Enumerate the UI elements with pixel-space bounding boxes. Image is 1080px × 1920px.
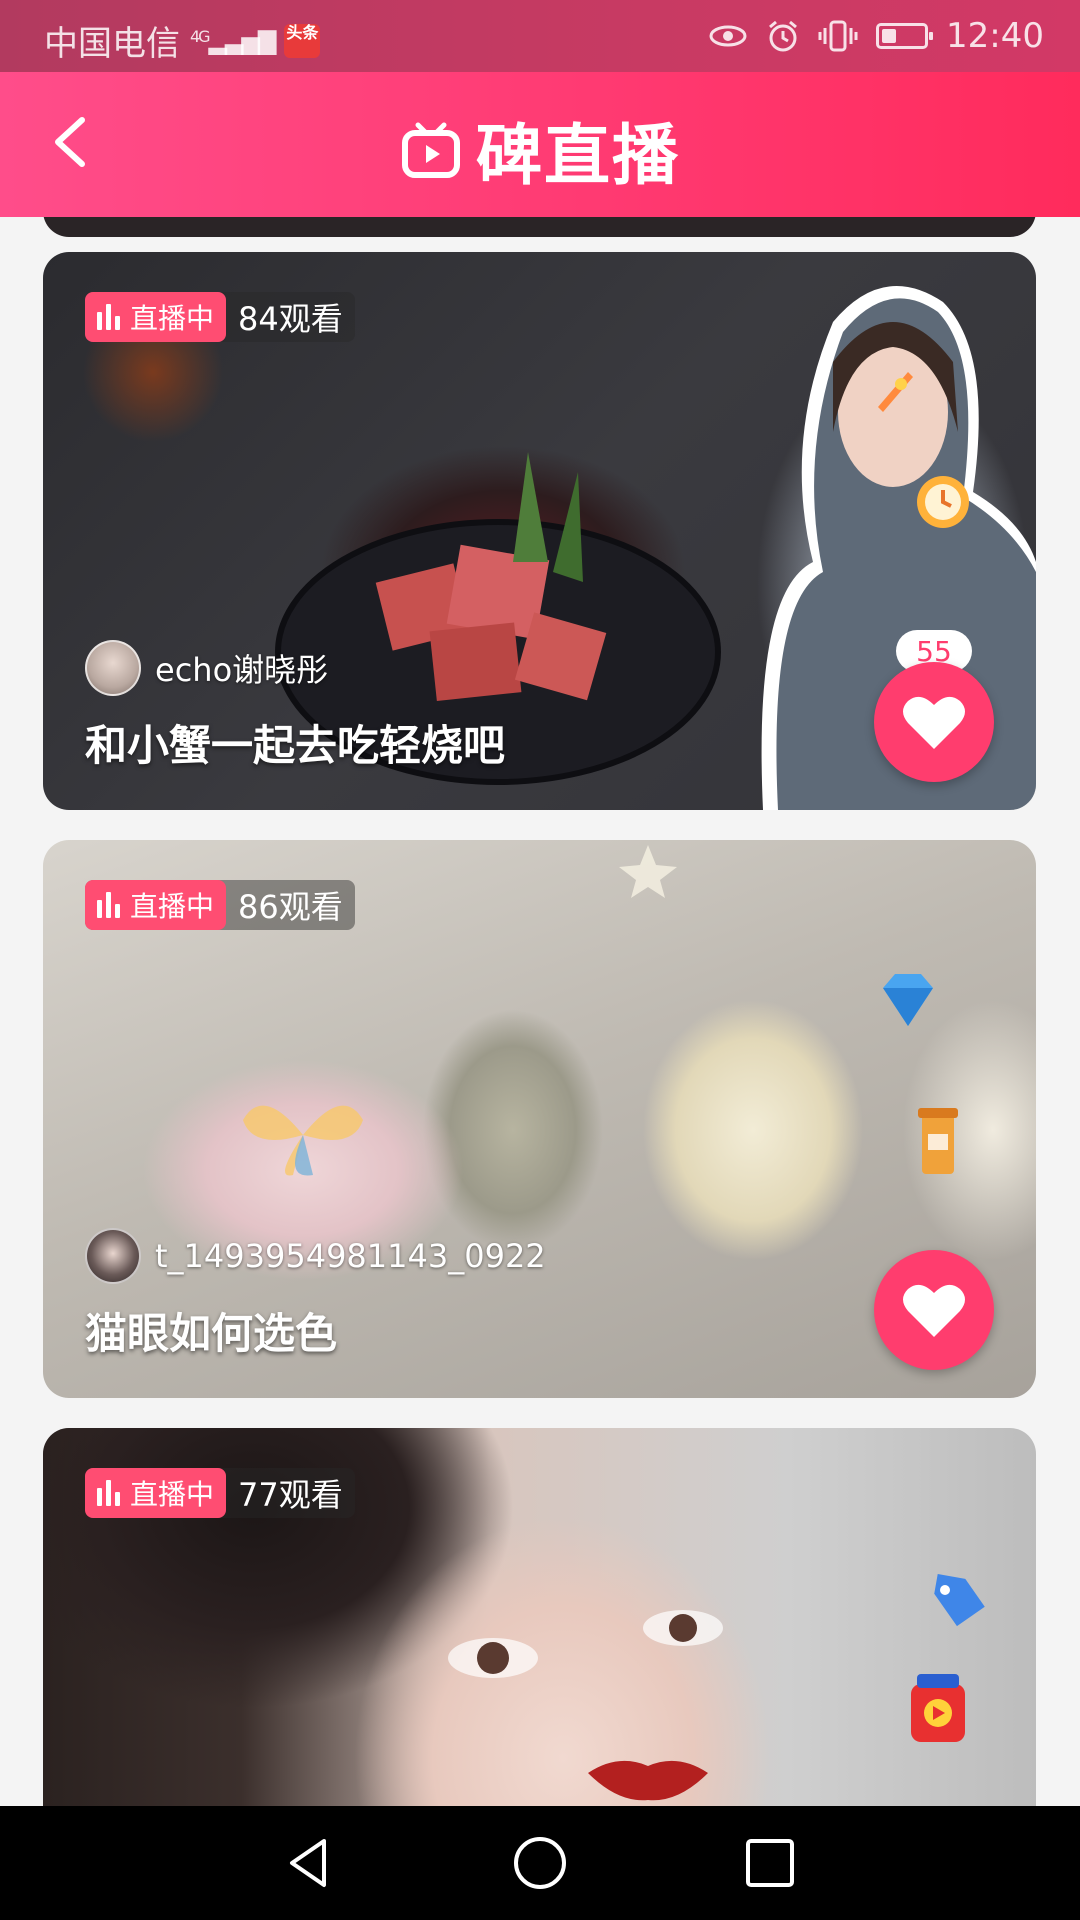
stream-title: 和小蟹一起去吃轻烧吧 [85, 721, 506, 770]
header-title-group: 碑直播 [0, 102, 1080, 198]
like-button[interactable] [874, 662, 994, 782]
status-right: 12:40 [708, 16, 1044, 56]
live-feed[interactable]: 直播中 84观看 echo谢晓彤 和小蟹一起去吃轻烧吧 55 直播中 86观看 … [0, 217, 1080, 1806]
avatar[interactable] [85, 640, 141, 696]
heart-icon [903, 696, 965, 749]
eye-detail-illustration [448, 1610, 723, 1678]
system-navigation-bar [0, 1806, 1080, 1920]
home-circle-icon[interactable] [510, 1833, 570, 1893]
live-tv-icon [402, 122, 460, 178]
live-bars-icon [97, 1480, 120, 1506]
live-label: 直播中 [130, 302, 215, 335]
recents-square-icon[interactable] [740, 1833, 800, 1893]
live-pill: 直播中 [85, 1468, 227, 1518]
viewer-count: 77观看 [238, 1476, 343, 1514]
streamer-name[interactable]: echo谢晓彤 [155, 645, 328, 691]
streamer-info[interactable]: echo谢晓彤 [85, 640, 328, 696]
star-sticker-icon [619, 845, 677, 898]
streamer-info[interactable]: t_1493954981143_0922 [85, 1228, 546, 1284]
alarm-icon [769, 20, 797, 52]
live-card[interactable]: 直播中 86观看 t_1493954981143_0922 猫眼如何选色 [43, 840, 1036, 1398]
tag-sticker-icon [934, 1574, 985, 1627]
stream-title: 猫眼如何选色 [85, 1309, 338, 1358]
viewer-count: 84观看 [238, 300, 343, 338]
live-status-tag: 直播中 84观看 [85, 292, 355, 342]
toutiao-notification-icon: 头条 [284, 23, 321, 58]
carrier-label: 中国电信 [44, 24, 180, 64]
app-header: 碑直播 [0, 72, 1080, 217]
live-label: 直播中 [130, 890, 215, 923]
back-triangle-icon[interactable] [280, 1833, 340, 1893]
battery-icon [876, 23, 934, 49]
clock: 12:40 [946, 16, 1044, 56]
diamond-sticker-icon [883, 974, 933, 1026]
live-card[interactable]: 直播中 84观看 echo谢晓彤 和小蟹一起去吃轻烧吧 55 [43, 252, 1036, 810]
previous-card-edge[interactable] [43, 217, 1036, 237]
clock-sticker-icon [917, 476, 969, 528]
eye-comfort-icon [709, 25, 747, 47]
lips-illustration [588, 1760, 708, 1801]
live-label: 直播中 [130, 1478, 215, 1511]
streamer-name[interactable]: t_1493954981143_0922 [155, 1237, 546, 1275]
butterfly-pattern-illustration [243, 1105, 363, 1176]
heart-icon [903, 1284, 965, 1337]
network-type: 4G [190, 26, 211, 46]
signal-icon: 4G▂▃▅▇ [190, 26, 276, 55]
jar-sticker-icon [911, 1674, 965, 1742]
page-title: 碑直播 [476, 117, 680, 194]
live-status-tag: 直播中 77观看 [85, 1468, 355, 1518]
rocket-sticker-icon [878, 372, 913, 412]
live-status-tag: 直播中 86观看 [85, 880, 355, 930]
live-bars-icon [97, 892, 120, 918]
live-pill: 直播中 [85, 292, 227, 342]
live-pill: 直播中 [85, 880, 227, 930]
status-bar: 中国电信 4G▂▃▅▇ 头条 12:40 [0, 0, 1080, 72]
like-button[interactable] [874, 1250, 994, 1370]
viewer-count: 86观看 [238, 888, 343, 926]
status-left: 中国电信 4G▂▃▅▇ 头条 [44, 16, 321, 65]
vibrate-icon [818, 20, 858, 52]
cup-sticker-icon [918, 1108, 958, 1174]
live-card[interactable]: 直播中 77观看 [43, 1428, 1036, 1806]
live-bars-icon [97, 304, 120, 330]
avatar[interactable] [85, 1228, 141, 1284]
